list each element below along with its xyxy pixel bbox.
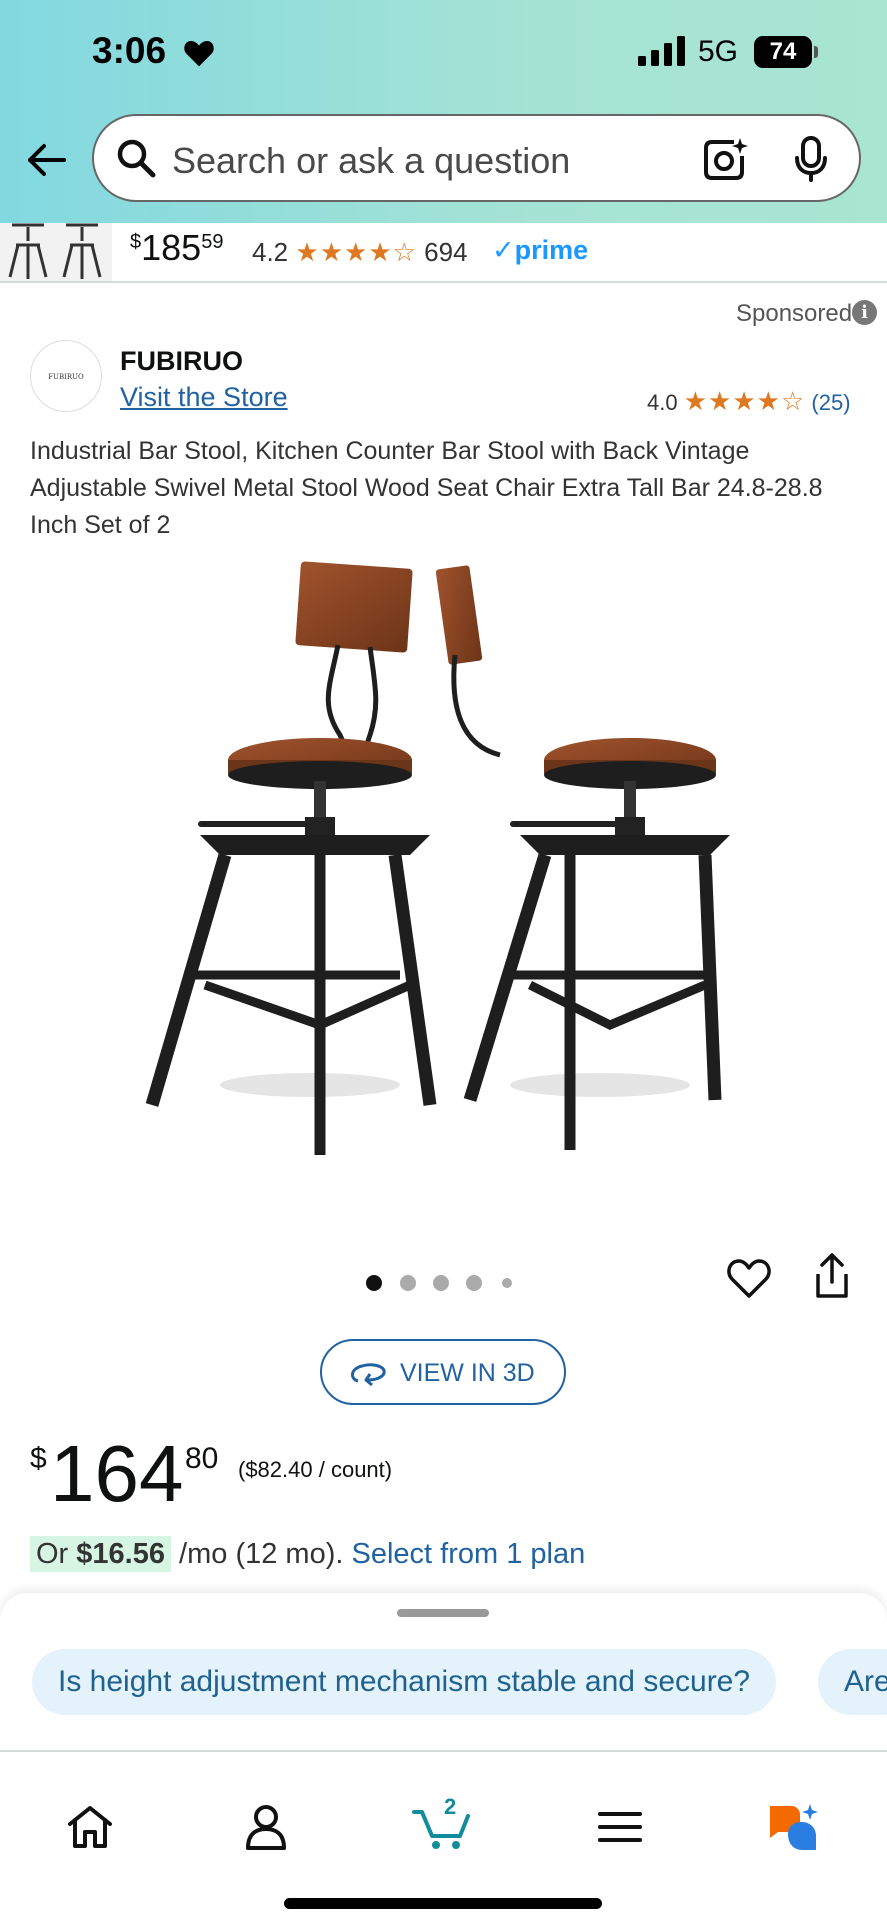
status-time: 3:06 <box>92 30 167 71</box>
product-image[interactable] <box>130 555 750 1175</box>
price-fraction: 80 <box>185 1442 219 1475</box>
rufus-icon[interactable] <box>766 1802 822 1854</box>
view-in-3d-label: VIEW IN 3D <box>400 1359 535 1387</box>
brand-logo[interactable]: FUBIRUO <box>30 340 102 412</box>
product-title[interactable]: Industrial Bar Stool, Kitchen Counter Ba… <box>30 433 860 544</box>
carousel-dot[interactable] <box>433 1275 449 1291</box>
select-plan-link[interactable]: Select from 1 plan <box>351 1538 585 1570</box>
microphone-icon[interactable] <box>794 136 828 182</box>
unit-price: ($82.40 / count) <box>238 1457 393 1482</box>
prime-badge: ✓prime <box>492 235 589 265</box>
review-count-link[interactable]: (25) <box>811 390 850 415</box>
compact-product-row[interactable]: $18559 4.2 ★★★★☆ 694 ✓prime <box>0 223 887 283</box>
header: 3:06 5G 74 Search or ask a question <box>0 0 887 223</box>
store-rating[interactable]: 4.0 ★★★★☆ (25) <box>647 386 851 417</box>
search-icon <box>117 139 156 178</box>
search-input[interactable]: Search or ask a question <box>92 114 861 202</box>
view-in-3d-button[interactable]: VIEW IN 3D <box>320 1339 566 1405</box>
compact-rating: 4.2 ★★★★☆ 694 <box>252 237 468 267</box>
star-rating-icon: ★★★★☆ <box>295 237 417 267</box>
search-placeholder: Search or ask a question <box>172 140 571 181</box>
sponsored-label: Sponsored <box>736 300 853 327</box>
rotate-3d-icon <box>351 1363 386 1387</box>
compact-price: $18559 <box>130 227 224 268</box>
account-icon[interactable] <box>240 1802 292 1852</box>
image-carousel-dots[interactable] <box>366 1272 526 1292</box>
carousel-dot[interactable] <box>366 1275 382 1291</box>
suggestion-chip[interactable]: Are <box>818 1649 887 1715</box>
back-arrow-icon[interactable] <box>24 138 68 182</box>
visit-store-link[interactable]: Visit the Store <box>120 382 288 413</box>
suggestion-chip[interactable]: Is height adjustment mechanism stable an… <box>32 1649 777 1715</box>
home-indicator <box>284 1898 602 1909</box>
info-icon[interactable]: i <box>852 300 877 325</box>
carousel-dot[interactable] <box>400 1275 416 1291</box>
battery-tip <box>814 46 818 58</box>
menu-icon[interactable] <box>594 1802 646 1852</box>
star-rating-icon: ★★★★☆ <box>683 386 806 416</box>
battery-icon: 74 <box>754 36 812 68</box>
monthly-highlight: Or $16.56 <box>30 1536 171 1572</box>
network-label: 5G <box>698 35 739 68</box>
bottom-tab-bar: 2 <box>0 1750 887 1920</box>
heart-status-icon <box>184 41 214 67</box>
price-whole: 164 <box>50 1429 184 1518</box>
compact-product-thumbnail <box>0 223 112 281</box>
suggestions-sheet: Is height adjustment mechanism stable an… <box>0 1593 887 1750</box>
sheet-drag-handle[interactable] <box>397 1609 489 1617</box>
camera-lens-icon[interactable] <box>702 136 748 182</box>
cart-count: 2 <box>444 1794 456 1819</box>
cart-icon[interactable]: 2 <box>412 1792 472 1852</box>
wishlist-heart-icon[interactable] <box>726 1255 772 1301</box>
share-icon[interactable] <box>812 1252 852 1300</box>
carousel-dot[interactable] <box>466 1275 482 1291</box>
signal-icon <box>638 36 685 66</box>
home-icon[interactable] <box>64 1802 116 1852</box>
monthly-payment: Or $16.56 /mo (12 mo). Select from 1 pla… <box>30 1536 585 1572</box>
carousel-dot[interactable] <box>502 1278 512 1288</box>
brand-name: FUBIRUO <box>120 346 243 376</box>
